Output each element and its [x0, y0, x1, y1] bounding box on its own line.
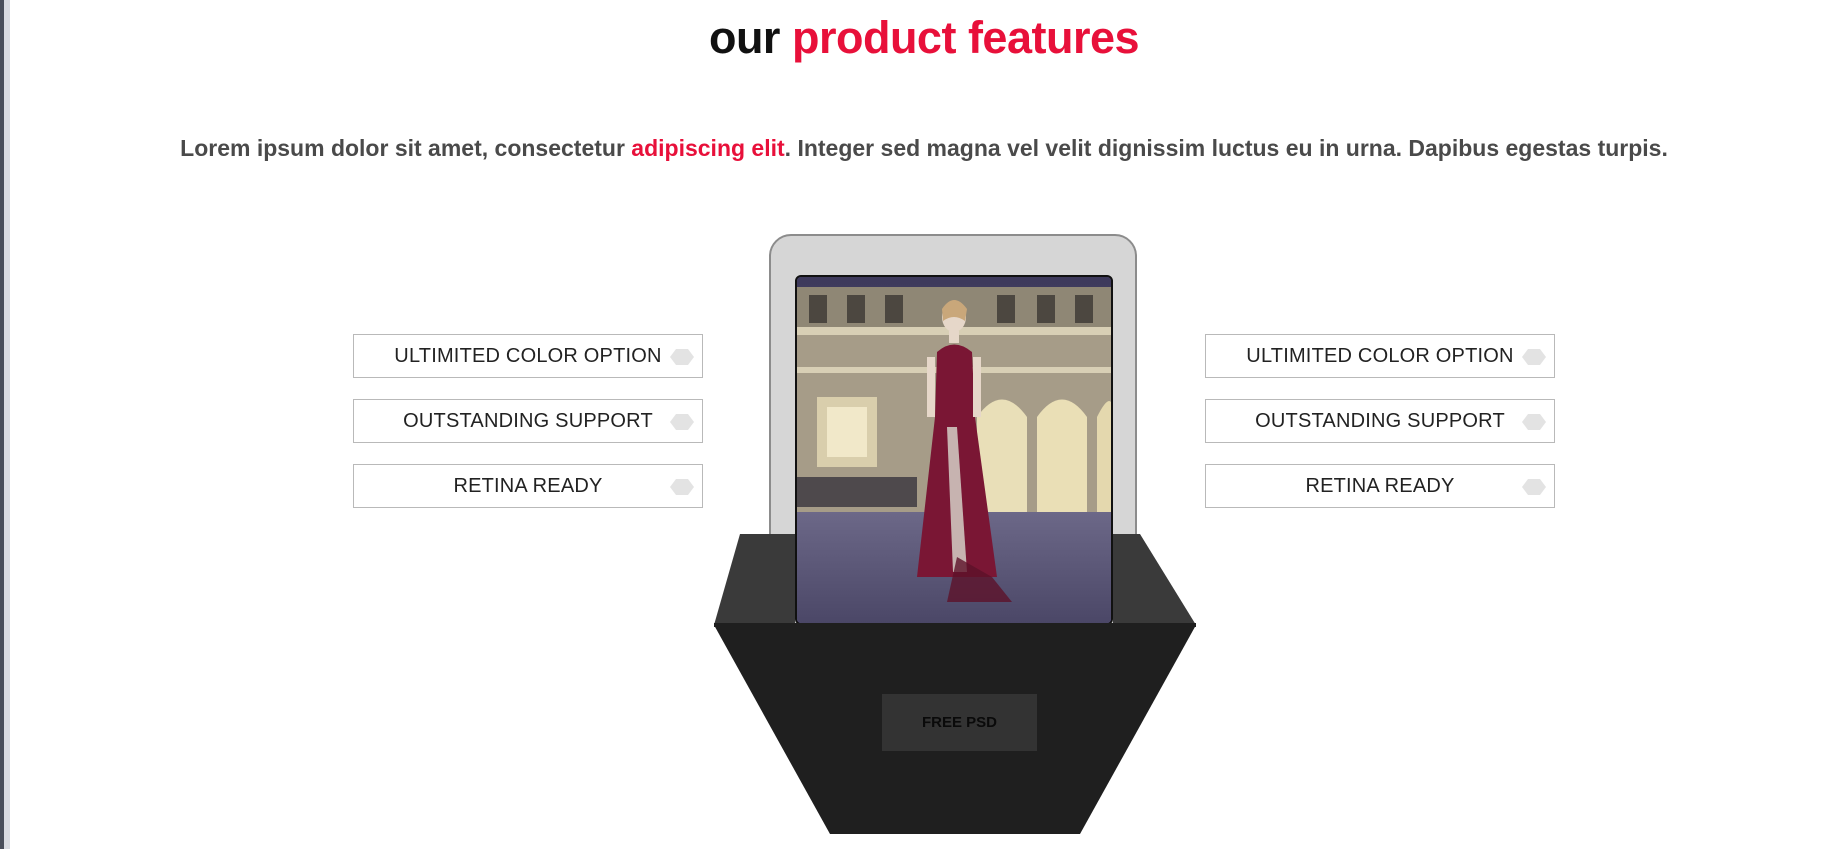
- window-edge-highlight: [4, 0, 10, 849]
- feature-label: ULTIMITED COLOR OPTION: [1246, 344, 1514, 367]
- hexagon-icon: [1522, 349, 1546, 365]
- section-title: our product features: [0, 12, 1848, 64]
- hexagon-icon: [1522, 479, 1546, 495]
- feature-item-left-1[interactable]: ULTIMITED COLOR OPTION: [353, 334, 703, 378]
- device-mockup: FREE PSD: [0, 0, 1848, 849]
- title-accent: product features: [791, 12, 1140, 63]
- feature-label: OUTSTANDING SUPPORT: [403, 409, 653, 432]
- feature-item-right-3[interactable]: RETINA READY: [1205, 464, 1555, 508]
- feature-label: OUTSTANDING SUPPORT: [1255, 409, 1505, 432]
- tablet-frame: [769, 234, 1137, 654]
- feature-label: RETINA READY: [1305, 474, 1455, 497]
- holder-right-wing: [1113, 534, 1196, 625]
- section-intro: Lorem ipsum dolor sit amet, consectetur …: [0, 135, 1848, 162]
- feature-item-left-2[interactable]: OUTSTANDING SUPPORT: [353, 399, 703, 443]
- title-plain: our: [708, 12, 781, 63]
- hexagon-icon: [670, 414, 694, 430]
- fashion-photo: [797, 277, 1111, 623]
- feature-label: RETINA READY: [453, 474, 603, 497]
- feature-label: ULTIMITED COLOR OPTION: [394, 344, 662, 367]
- hexagon-icon: [670, 479, 694, 495]
- hexagon-icon: [670, 349, 694, 365]
- intro-text-end: . Integer sed magna vel velit dignissim …: [784, 135, 1668, 161]
- intro-accent: adipiscing elit: [631, 135, 785, 161]
- feature-item-right-2[interactable]: OUTSTANDING SUPPORT: [1205, 399, 1555, 443]
- intro-text-start: Lorem ipsum dolor sit amet, consectetur: [180, 135, 632, 161]
- feature-item-left-3[interactable]: RETINA READY: [353, 464, 703, 508]
- free-psd-button[interactable]: FREE PSD: [882, 694, 1037, 751]
- tablet-screen-photo: [795, 275, 1113, 625]
- hexagon-icon: [1522, 414, 1546, 430]
- feature-item-right-1[interactable]: ULTIMITED COLOR OPTION: [1205, 334, 1555, 378]
- holder-left-wing: [714, 534, 795, 625]
